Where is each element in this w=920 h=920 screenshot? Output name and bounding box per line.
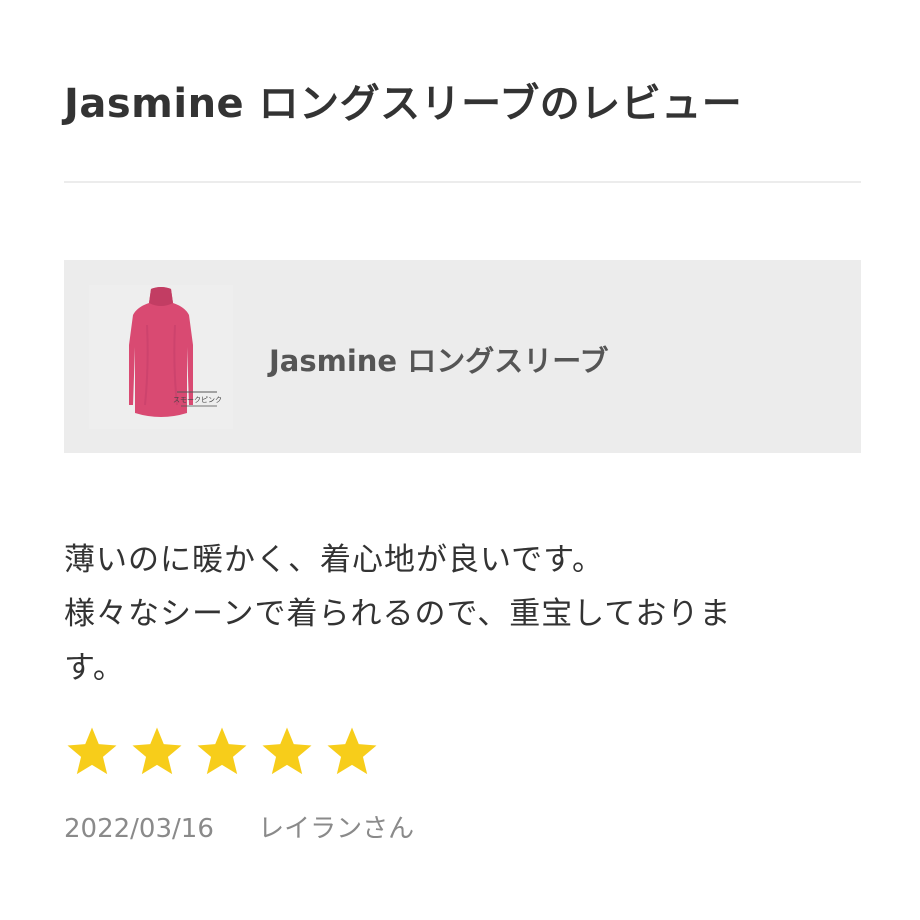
star-shape [262, 727, 312, 775]
review-date: 2022/03/16 [64, 814, 214, 844]
star-rating [64, 724, 380, 782]
review-line: す。 [64, 650, 125, 686]
star-shape [197, 727, 247, 775]
star-icon [262, 727, 312, 775]
product-thumbnail[interactable]: スモークピンク [89, 285, 233, 429]
thumbnail-caption: スモークピンク [173, 396, 222, 404]
pink-turtleneck-shirt-image: スモークピンク [89, 285, 233, 429]
star-shape [67, 727, 117, 775]
review-line: 様々なシーンで着られるので、重宝しておりま [64, 596, 732, 632]
review-author: レイランさん [258, 814, 415, 844]
star-shape [327, 727, 377, 775]
divider [64, 181, 861, 183]
star-icon [197, 727, 247, 775]
review-body: 薄いのに暖かく、着心地が良いです。 様々なシーンで着られるので、重宝しておりま … [64, 533, 864, 695]
star-shape [132, 727, 182, 775]
product-name-link[interactable]: Jasmine ロングスリーブ [269, 338, 608, 380]
star-icon [327, 727, 377, 775]
product-card[interactable]: スモークピンク Jasmine ロングスリーブ [64, 260, 861, 453]
page-title: Jasmine ロングスリーブのレビュー [64, 80, 743, 127]
star-icon [132, 727, 182, 775]
review-line: 薄いのに暖かく、着心地が良いです。 [64, 542, 604, 578]
review-meta: 2022/03/16 レイランさん [64, 808, 414, 845]
star-icon [67, 727, 117, 775]
